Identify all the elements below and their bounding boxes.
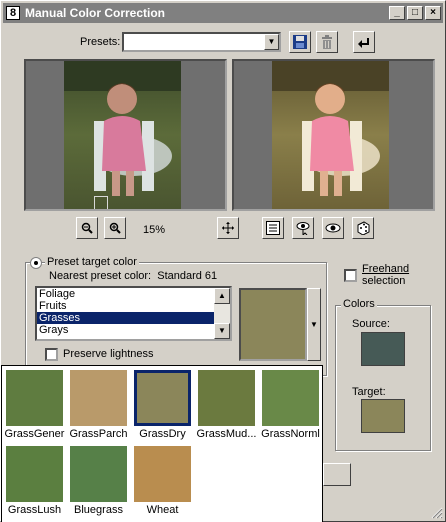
pan-button[interactable] <box>217 217 239 239</box>
swatch-label: GrassLush <box>7 504 62 516</box>
reset-icon <box>358 38 369 48</box>
ok-button[interactable] <box>323 463 351 486</box>
list-item[interactable]: Grays <box>37 324 230 336</box>
zoom-out-button[interactable] <box>76 217 98 239</box>
manual-color-correction-dialog: 8 Manual Color Correction _ □ × Presets:… <box>0 0 446 522</box>
preserve-lightness-checkbox[interactable] <box>45 348 58 361</box>
after-preview[interactable] <box>232 59 435 211</box>
move-icon <box>222 222 234 234</box>
before-preview[interactable] <box>24 59 227 211</box>
target-label: Target: <box>352 386 386 398</box>
swatch-color <box>134 370 191 426</box>
minimize-button[interactable]: _ <box>389 6 405 20</box>
app-icon: 8 <box>6 6 20 20</box>
maximize-button[interactable]: □ <box>407 6 423 20</box>
after-photo <box>272 61 389 209</box>
zoom-out-icon <box>81 222 93 234</box>
swatch-tile[interactable]: GrassNorml <box>260 366 321 440</box>
swatch-tile[interactable]: GrassParch <box>68 366 129 440</box>
freehand-label-line2: selection <box>362 275 406 287</box>
zoom-level: 15% <box>143 224 166 236</box>
swatch-tile[interactable]: GrassGener <box>4 366 65 440</box>
swatch-color <box>198 370 255 426</box>
preserve-lightness-label: Preserve lightness <box>63 348 154 360</box>
preset-color-swatch[interactable] <box>239 288 307 361</box>
source-color-swatch <box>361 332 405 366</box>
freehand-label-line1: Freehand <box>362 263 410 275</box>
list-view-icon <box>266 221 280 235</box>
swatch-color <box>70 370 127 426</box>
chevron-down-icon[interactable]: ▼ <box>264 34 279 50</box>
color-swatch-popup[interactable]: GrassGener GrassParch GrassDry GrassMud... G… <box>1 365 323 522</box>
swatch-label: GrassMud... <box>196 428 257 440</box>
show-original-button[interactable] <box>292 217 314 239</box>
colors-title: Colors <box>341 298 377 310</box>
save-preset-button[interactable] <box>289 31 311 53</box>
dice-icon <box>357 221 370 235</box>
swatch-color <box>262 370 319 426</box>
delete-preset-button[interactable] <box>316 31 338 53</box>
preset-target-label: Preset target color <box>45 256 139 268</box>
scroll-up-icon[interactable]: ▲ <box>214 288 230 304</box>
swatch-tile[interactable]: GrassMud... <box>196 366 257 440</box>
delete-icon <box>322 35 332 49</box>
eye-icon <box>325 223 341 233</box>
presets-dropdown[interactable]: ▼ <box>122 32 281 52</box>
zoom-in-button[interactable] <box>104 217 126 239</box>
title-bar[interactable]: 8 Manual Color Correction _ □ × <box>3 3 443 23</box>
list-item[interactable]: Foliage <box>37 288 230 300</box>
swatch-dropdown-button[interactable]: ▼ <box>307 288 321 361</box>
close-button[interactable]: × <box>425 6 441 20</box>
scroll-down-icon[interactable]: ▼ <box>214 323 230 339</box>
preset-target-radio[interactable] <box>30 257 42 269</box>
swatch-tile[interactable]: GrassLush <box>4 442 65 516</box>
window-title: Manual Color Correction <box>25 6 166 20</box>
swatch-label: GrassNorml <box>261 428 320 440</box>
swatch-label: GrassParch <box>69 428 128 440</box>
list-item[interactable]: Grasses <box>37 312 230 324</box>
swatch-label: GrassGener <box>4 428 65 440</box>
swatch-label: GrassDry <box>139 428 186 440</box>
preview-toggle-button[interactable] <box>322 217 344 239</box>
zoom-in-icon <box>109 222 121 234</box>
swatch-tile[interactable]: GrassDry <box>132 366 193 440</box>
before-photo <box>64 61 181 209</box>
save-icon <box>293 35 307 49</box>
swatch-color <box>6 446 63 502</box>
selection-marker[interactable] <box>94 196 108 209</box>
source-label: Source: <box>352 318 390 330</box>
list-item[interactable]: Fruits <box>37 300 230 312</box>
split-view-button[interactable] <box>262 217 284 239</box>
list-scrollbar[interactable]: ▲ ▼ <box>214 288 230 339</box>
swatch-tile[interactable]: Bluegrass <box>68 442 129 516</box>
randomize-button[interactable] <box>352 217 374 239</box>
resize-grip-icon[interactable] <box>431 507 443 519</box>
nearest-preset-label: Nearest preset color: Standard 61 <box>49 270 217 282</box>
freehand-label: Freehand selection <box>362 263 409 287</box>
swatch-color <box>6 370 63 426</box>
swatch-label: Wheat <box>146 504 179 516</box>
swatch-color <box>70 446 127 502</box>
nearest-preset-caption: Nearest preset color: <box>49 270 152 282</box>
freehand-checkbox[interactable] <box>344 269 357 282</box>
reset-button[interactable] <box>353 31 375 53</box>
nearest-preset-value: Standard 61 <box>157 270 218 282</box>
presets-label: Presets: <box>80 36 121 48</box>
color-category-list[interactable]: Foliage Fruits Grasses Grays ▲ ▼ <box>35 286 232 341</box>
target-color-swatch[interactable] <box>361 399 405 433</box>
swatch-label: Bluegrass <box>74 504 123 516</box>
eye-cursor-icon <box>296 222 310 235</box>
swatch-tile[interactable]: Wheat <box>132 442 193 516</box>
swatch-color <box>134 446 191 502</box>
